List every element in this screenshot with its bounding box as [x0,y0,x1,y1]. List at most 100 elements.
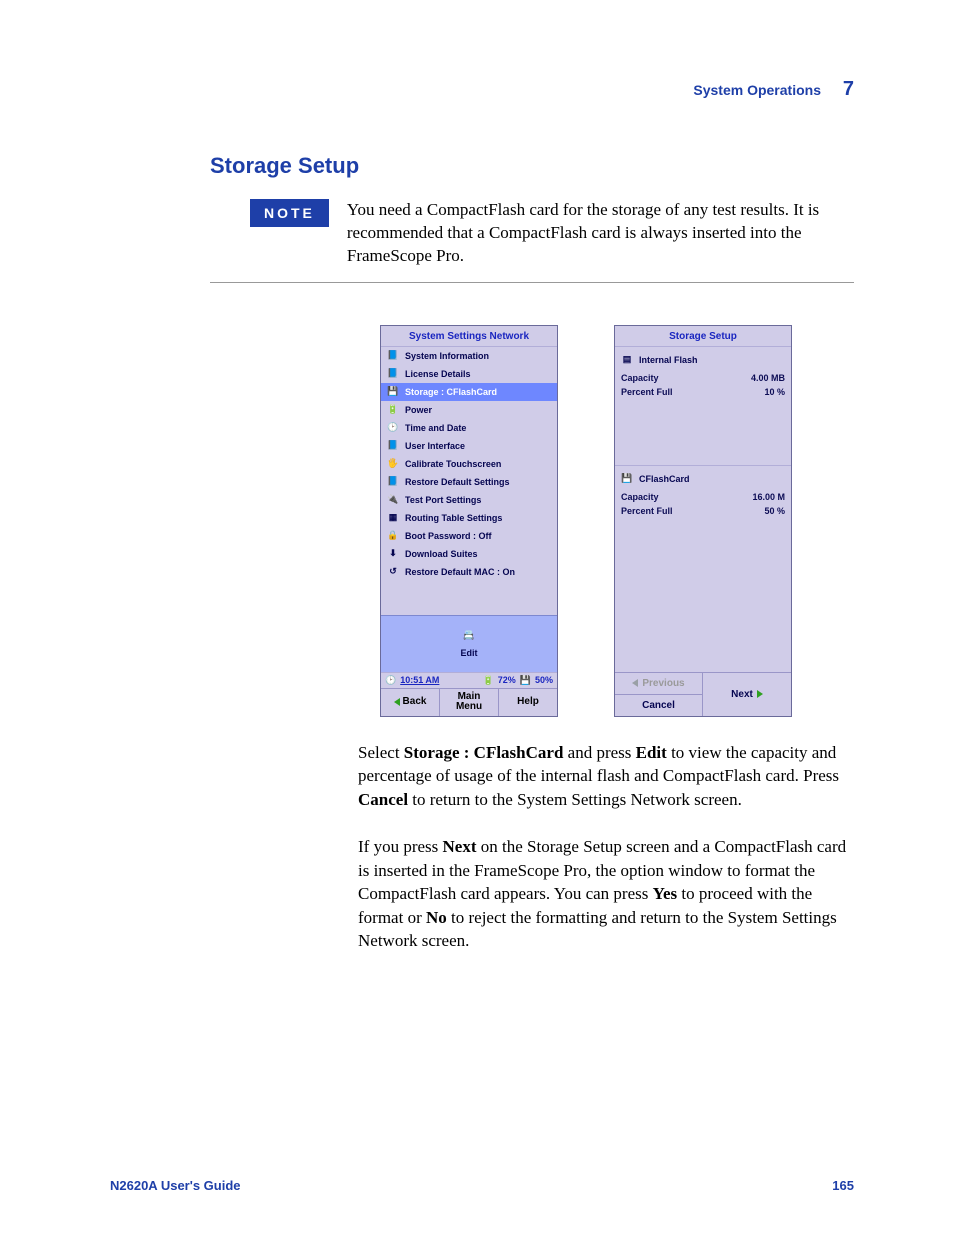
menu-item[interactable]: 🕑Time and Date [381,419,557,437]
percent-value: 50 % [764,506,785,516]
card-icon: 💾 [387,386,399,398]
paragraph-1: Select Storage : CFlashCard and press Ed… [358,741,854,811]
menu-list: 📘 System Information 📘 License Details 💾 Stor… [381,347,557,581]
main-menu-button[interactable]: MainMenu [440,689,499,716]
storage-setup-screen: Storage Setup ▤ Internal Flash Capacity … [614,325,792,717]
menu-item-label: Boot Password : Off [405,531,492,541]
chapter-number: 7 [843,78,854,100]
edit-button[interactable]: Edit [461,648,478,658]
clock-icon: 🕑 [387,422,399,434]
footer: N2620A User's Guide 165 [110,1178,854,1193]
paragraph-2: If you press Next on the Storage Setup s… [358,835,854,952]
menu-item[interactable]: 📘 License Details [381,365,557,383]
status-battery: 72% [498,675,516,685]
port-icon: 🔌 [387,494,399,506]
menu-item[interactable]: 🖐 Calibrate Touchscreen [381,455,557,473]
chevron-left-icon [394,698,400,706]
menu-item[interactable]: 📘Restore Default Settings [381,473,557,491]
menu-item-label: License Details [405,369,471,379]
text: to return to the System Settings Network… [408,790,742,809]
capacity-value: 16.00 M [752,492,785,502]
download-icon: ⬇ [387,548,399,560]
bold-text: Cancel [358,790,408,809]
bold-text: No [426,908,447,927]
menu-item[interactable]: 📘 System Information [381,347,557,365]
text: If you press [358,837,443,856]
chip-icon: ▤ [621,354,633,366]
menu-item-label: Storage : CFlashCard [405,387,497,397]
text: and press [563,743,635,762]
next-label: Next [731,689,753,700]
menu-item-label: Calibrate Touchscreen [405,459,501,469]
book-icon: 📘 [387,368,399,380]
menu-item[interactable]: 🔌 Test Port Settings [381,491,557,509]
menu-item[interactable]: ▦ Routing Table Settings [381,509,557,527]
cflash-section: 💾 CFlashCard Capacity 16.00 M Percent Fu… [615,465,791,522]
mac-icon: ↺ [387,566,399,578]
section-name: System Operations [693,82,821,98]
bold-text: Yes [653,884,678,903]
capacity-value: 4.00 MB [751,373,785,383]
menu-item-label: Restore Default MAC : On [405,567,515,577]
percent-label: Percent Full [621,387,673,397]
book-icon: 📘 [387,440,399,452]
bold-text: Storage : CFlashCard [404,743,564,762]
guide-name: N2620A User's Guide [110,1178,241,1193]
card-icon: 💾 [621,473,633,485]
touch-icon: 🖐 [387,458,399,470]
menu-item-label: Download Suites [405,549,478,559]
next-button[interactable]: Next [703,673,791,716]
card-icon: 💾 [520,675,531,686]
menu-item-label: Routing Table Settings [405,513,502,523]
screen-title: Storage Setup [615,326,791,347]
clock-icon: 🕑 [385,675,396,686]
internal-flash-section: ▤ Internal Flash Capacity 4.00 MB Percen… [615,347,791,465]
menu-item-label: Test Port Settings [405,495,481,505]
nav-row: Back MainMenu Help [381,688,557,716]
chevron-left-icon [632,679,638,687]
percent-label: Percent Full [621,506,673,516]
menu-item-label: System Information [405,351,489,361]
edit-icon: 📇 [463,630,475,642]
running-header: System Operations 7 [693,78,854,101]
note-block: NOTE You need a CompactFlash card for th… [250,199,854,268]
capacity-label: Capacity [621,373,659,383]
book-icon: 📘 [387,350,399,362]
menu-item[interactable]: ⬇ Download Suites [381,545,557,563]
divider [210,282,854,283]
note-text: You need a CompactFlash card for the sto… [347,199,854,268]
status-storage: 50% [535,675,553,685]
cancel-label: Cancel [642,700,675,711]
lock-icon: 🔒 [387,530,399,542]
table-icon: ▦ [387,512,399,524]
screen-title: System Settings Network [381,326,557,347]
screenshots-row: System Settings Network 📘 System Informat… [380,325,854,717]
nav-grid: Previous Next Cancel [615,672,791,716]
bold-text: Next [443,837,477,856]
back-label: Back [403,697,427,708]
back-button[interactable]: Back [381,689,440,716]
menu-item[interactable]: ↺ Restore Default MAC : On [381,563,557,581]
help-label: Help [517,697,539,708]
previous-button[interactable]: Previous [615,673,703,694]
menu-item-label: Power [405,405,432,415]
page-title: Storage Setup [210,153,854,179]
status-time: 10:51 AM [400,675,439,685]
help-button[interactable]: Help [499,689,557,716]
menu-item[interactable]: 📘 User Interface [381,437,557,455]
bold-text: Edit [636,743,667,762]
previous-label: Previous [642,678,684,689]
menu-item[interactable]: 🔋 Power [381,401,557,419]
percent-value: 10 % [764,387,785,397]
menu-item-label: User Interface [405,441,465,451]
menu-item-label: Restore Default Settings [405,477,510,487]
system-settings-screen: System Settings Network 📘 System Informat… [380,325,558,717]
cancel-button[interactable]: Cancel [615,694,703,716]
main-menu-label: MainMenu [456,692,482,713]
menu-item[interactable]: 🔒 Boot Password : Off [381,527,557,545]
status-bar: 🕑 10:51 AM 🔋 72% 💾 50% [381,672,557,688]
battery-icon: 🔋 [387,404,399,416]
internal-flash-label: Internal Flash [639,355,698,365]
cflash-label: CFlashCard [639,474,690,484]
menu-item[interactable]: 💾 Storage : CFlashCard [381,383,557,401]
